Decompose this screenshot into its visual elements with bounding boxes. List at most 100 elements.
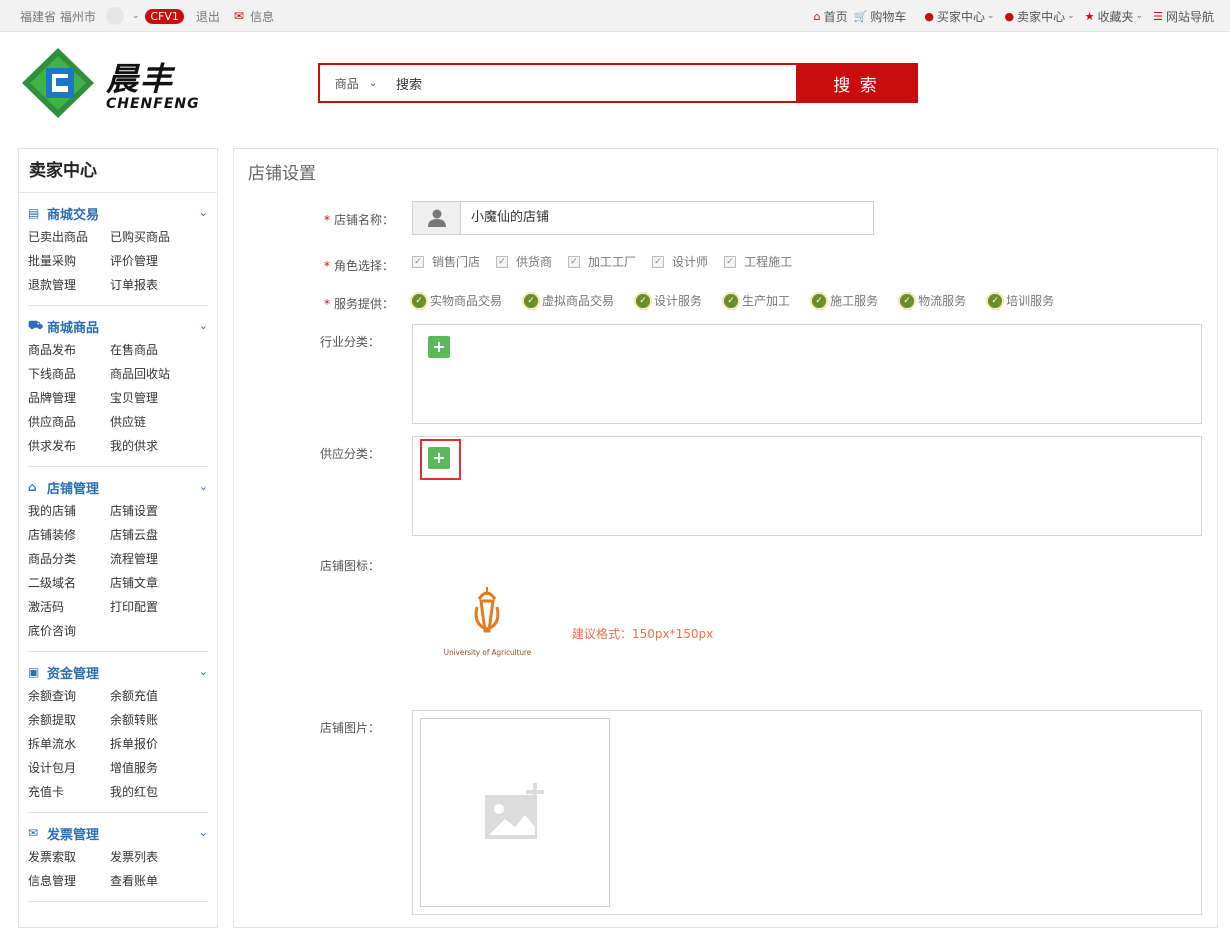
- sidebar-link[interactable]: 我的红包: [110, 780, 192, 804]
- sidebar-group-trade: ▤ 商城交易 ⌄ 已卖出商品 已购买商品 批量采购 评价管理 退款管理 订单报表: [28, 193, 208, 306]
- sidebar-link[interactable]: 店铺云盘: [110, 523, 192, 547]
- service-item[interactable]: ✓ 物流服务: [900, 292, 966, 309]
- sidebar-link[interactable]: 供应链: [110, 410, 192, 434]
- messages-link[interactable]: 信息: [250, 8, 274, 25]
- chevron-down-icon: ⌄: [198, 665, 208, 678]
- shop-image-upload[interactable]: [420, 718, 610, 907]
- site-nav-menu[interactable]: ☰ 网站导航: [1153, 8, 1214, 25]
- sidebar-link[interactable]: 商品发布: [28, 338, 110, 362]
- sidebar-link[interactable]: 查看账单: [110, 869, 192, 893]
- role-option[interactable]: ✓ 工程施工: [724, 253, 792, 270]
- sidebar-link[interactable]: 批量采购: [28, 249, 110, 273]
- sidebar-link[interactable]: 充值卡: [28, 780, 110, 804]
- sidebar-link[interactable]: 我的店铺: [28, 499, 110, 523]
- role-option[interactable]: ✓ 加工工厂: [568, 253, 636, 270]
- cart-link[interactable]: 🛒 购物车: [854, 8, 907, 25]
- sidebar-link[interactable]: 店铺设置: [110, 499, 192, 523]
- checkbox[interactable]: ✓: [496, 255, 509, 268]
- home-label: 首页: [823, 9, 848, 24]
- service-item[interactable]: ✓ 实物商品交易: [412, 292, 502, 309]
- sidebar-link[interactable]: 品牌管理: [28, 386, 110, 410]
- sidebar-link[interactable]: 供应商品: [28, 410, 110, 434]
- service-item[interactable]: ✓ 设计服务: [636, 292, 702, 309]
- sidebar-link[interactable]: 订单报表: [110, 273, 192, 297]
- sidebar-group-header[interactable]: ⌂ 店铺管理 ⌄: [28, 477, 208, 497]
- sidebar-link[interactable]: 流程管理: [110, 547, 192, 571]
- sidebar-link[interactable]: 发票列表: [110, 845, 192, 869]
- sidebar-link[interactable]: 商品分类: [28, 547, 110, 571]
- checkbox[interactable]: ✓: [724, 255, 737, 268]
- sidebar-group-invoice: ✉ 发票管理 ⌄ 发票索取 发票列表 信息管理 查看账单: [28, 813, 208, 902]
- sidebar-link[interactable]: 增值服务: [110, 756, 192, 780]
- sidebar-link[interactable]: 拆单报价: [110, 732, 192, 756]
- sidebar-link[interactable]: 设计包月: [28, 756, 110, 780]
- sidebar-link[interactable]: 我的供求: [110, 434, 192, 458]
- service-item[interactable]: ✓ 施工服务: [812, 292, 878, 309]
- favorites-menu[interactable]: ★ 收藏夹 ⌄: [1085, 8, 1143, 25]
- seller-center-label: 卖家中心: [1017, 9, 1066, 24]
- seller-center-menu[interactable]: ● 卖家中心 ⌄: [1005, 8, 1075, 25]
- home-link[interactable]: ⌂ 首页: [814, 8, 848, 25]
- carrot-logo-icon: [474, 587, 500, 633]
- sidebar-link[interactable]: 已购买商品: [110, 225, 192, 249]
- sidebar-link[interactable]: 店铺文章: [110, 571, 192, 595]
- sidebar-link[interactable]: 拆单流水: [28, 732, 110, 756]
- role-option[interactable]: ✓ 销售门店: [412, 253, 480, 270]
- sidebar-group-header[interactable]: ⛟ 商城商品 ⌄: [28, 316, 208, 336]
- checkbox[interactable]: ✓: [652, 255, 665, 268]
- sidebar-group-header[interactable]: ▤ 商城交易 ⌄: [28, 203, 208, 223]
- required-mark: *: [323, 213, 330, 227]
- role-option-label: 销售门店: [432, 255, 481, 269]
- sidebar-link[interactable]: 余额查询: [28, 684, 110, 708]
- shop-image-label: 店铺图片：: [319, 721, 380, 735]
- add-image-icon: [485, 783, 544, 839]
- service-item[interactable]: ✓ 培训服务: [988, 292, 1054, 309]
- sidebar-link[interactable]: 底价咨询: [28, 619, 110, 643]
- sidebar-group-header[interactable]: ▣ 资金管理 ⌄: [28, 662, 208, 682]
- shop-name-field[interactable]: 小魔仙的店铺: [412, 201, 874, 235]
- chevron-down-icon: ⌄: [198, 826, 208, 839]
- sidebar-link[interactable]: 商品回收站: [110, 362, 192, 386]
- site-logo[interactable]: 晨丰 CHENFENG: [20, 46, 210, 120]
- location-text[interactable]: 福建省 福州市: [20, 8, 96, 25]
- sidebar-link[interactable]: 余额转账: [110, 708, 192, 732]
- user-avatar[interactable]: [105, 7, 124, 25]
- checkbox[interactable]: ✓: [412, 255, 424, 268]
- sidebar-link[interactable]: 退款管理: [28, 273, 110, 297]
- sidebar-link[interactable]: 激活码: [28, 595, 110, 619]
- sidebar-link[interactable]: 店铺装修: [28, 523, 110, 547]
- supply-label: 供应分类：: [319, 447, 380, 461]
- buyer-center-menu[interactable]: ● 买家中心 ⌄: [924, 8, 994, 25]
- sidebar-link[interactable]: 打印配置: [110, 595, 192, 619]
- sidebar-link[interactable]: 二级域名: [28, 571, 110, 595]
- sidebar-link[interactable]: 供求发布: [28, 434, 110, 458]
- search-button[interactable]: 搜 索: [796, 65, 916, 101]
- service-item[interactable]: ✓ 虚拟商品交易: [524, 292, 614, 309]
- sidebar-link[interactable]: 余额充值: [110, 684, 192, 708]
- search-category-select[interactable]: 商品 ⌄: [320, 65, 392, 101]
- chevron-down-icon: ⌄: [198, 206, 208, 219]
- role-option[interactable]: ✓ 设计师: [652, 253, 708, 270]
- sidebar-link[interactable]: 发票索取: [28, 845, 110, 869]
- service-item[interactable]: ✓ 生产加工: [724, 292, 790, 309]
- shop-icon-image[interactable]: University of Agriculture: [439, 585, 535, 665]
- user-icon: ●: [924, 9, 934, 23]
- add-industry-button[interactable]: +: [428, 336, 450, 358]
- search-input[interactable]: [392, 65, 796, 101]
- sidebar-link[interactable]: 余额提取: [28, 708, 110, 732]
- sidebar-group-title: 店铺管理: [47, 481, 100, 497]
- checkbox[interactable]: ✓: [568, 255, 581, 268]
- logout-link[interactable]: 退出: [196, 8, 220, 25]
- money-icon: ▣: [28, 665, 40, 679]
- sidebar-link[interactable]: 在售商品: [110, 338, 192, 362]
- chevron-down-icon[interactable]: ⌄: [132, 11, 140, 21]
- sidebar-group-header[interactable]: ✉ 发票管理 ⌄: [28, 823, 208, 843]
- add-supply-button[interactable]: +: [428, 447, 450, 469]
- sidebar-link[interactable]: 下线商品: [28, 362, 110, 386]
- service-item-label: 物流服务: [918, 294, 967, 308]
- sidebar-link[interactable]: 已卖出商品: [28, 225, 110, 249]
- sidebar-link[interactable]: 信息管理: [28, 869, 110, 893]
- sidebar-link[interactable]: 评价管理: [110, 249, 192, 273]
- role-option[interactable]: ✓ 供货商: [496, 253, 552, 270]
- sidebar-link[interactable]: 宝贝管理: [110, 386, 192, 410]
